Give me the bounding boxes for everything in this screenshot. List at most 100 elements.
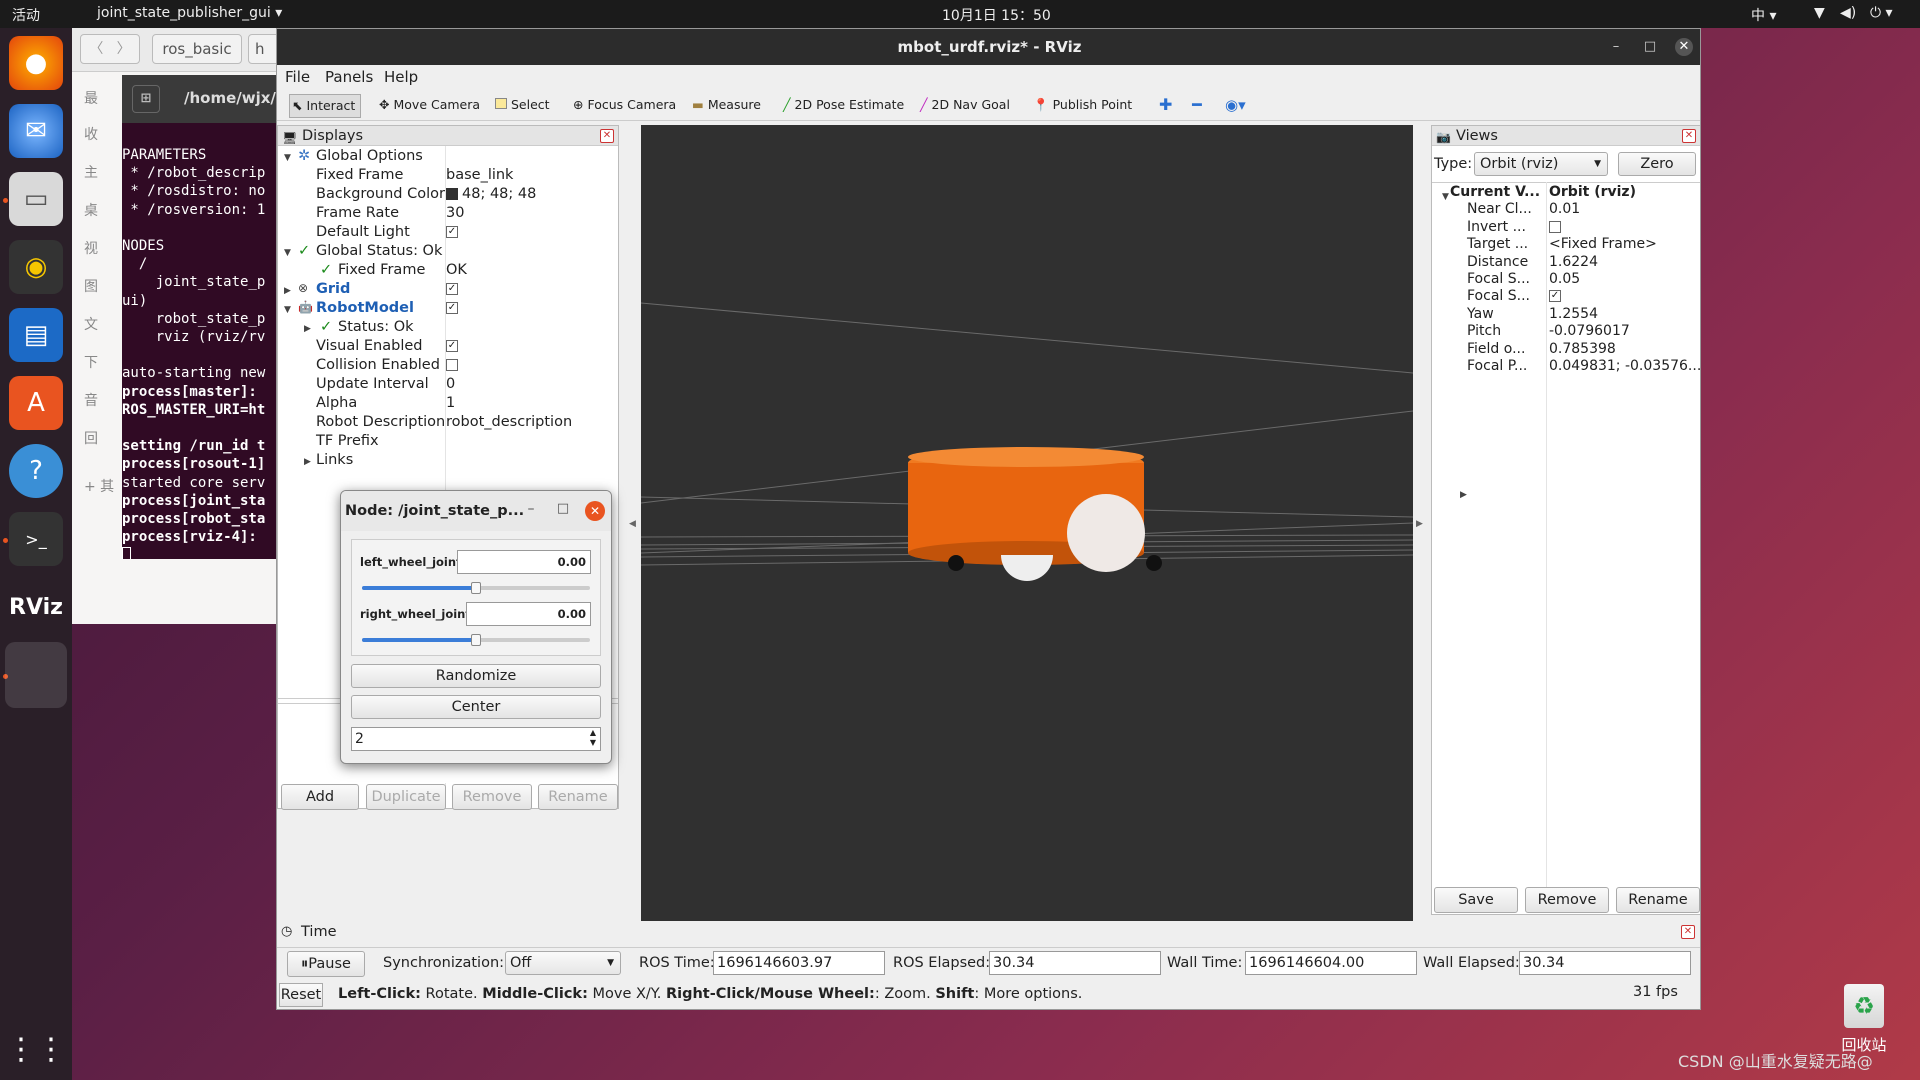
files-icon[interactable]: ▭ xyxy=(9,172,63,226)
fixed-frame-value[interactable]: base_link xyxy=(446,167,513,186)
fm-music[interactable]: 音 xyxy=(84,390,98,410)
alpha-label[interactable]: Alpha xyxy=(316,395,357,414)
firefox-icon[interactable]: ● xyxy=(9,36,63,90)
collapse-triangle-icon[interactable]: ▼ xyxy=(1442,192,1449,202)
close-button[interactable]: ✕ xyxy=(1675,38,1693,56)
left-wheel-joint-value[interactable]: 0.00 xyxy=(457,550,591,574)
collision-enabled-label[interactable]: Collision Enabled xyxy=(316,357,440,376)
robot-model-display[interactable]: RobotModel xyxy=(316,300,414,319)
pause-button[interactable]: ⏸Pause xyxy=(287,951,365,977)
activities-button[interactable]: 活动 xyxy=(12,5,40,25)
wall-elapsed-field[interactable]: 30.34 xyxy=(1519,951,1691,975)
fm-videos[interactable]: 视 xyxy=(84,238,98,258)
rename-button[interactable]: Rename xyxy=(538,784,618,810)
collapse-left-icon[interactable]: ◀ xyxy=(629,519,636,529)
writer-icon[interactable]: ▤ xyxy=(9,308,63,362)
reset-button[interactable]: Reset xyxy=(279,983,323,1007)
update-interval-value[interactable]: 0 xyxy=(446,376,455,395)
fm-trash[interactable]: 回 xyxy=(84,428,98,448)
view-property-label[interactable]: Focal P... xyxy=(1467,358,1527,375)
fm-pictures[interactable]: 图 xyxy=(84,276,98,296)
close-icon[interactable]: ✕ xyxy=(1682,129,1696,143)
view-property-label[interactable]: Invert ... xyxy=(1467,219,1526,236)
tool-measure[interactable]: ▬ Measure xyxy=(692,94,761,118)
tool-move-camera[interactable]: ✥ Move Camera xyxy=(379,94,480,118)
ros-elapsed-field[interactable]: 30.34 xyxy=(989,951,1161,975)
expand-triangle-icon[interactable]: ▶ xyxy=(304,457,311,467)
collapse-triangle-icon[interactable]: ▼ xyxy=(284,248,291,258)
fm-documents[interactable]: 文 xyxy=(84,314,98,334)
close-button[interactable]: ✕ xyxy=(585,501,605,521)
add-button[interactable]: Add xyxy=(281,784,359,810)
column-count-spinbox[interactable]: 2 ▲ ▼ xyxy=(351,727,601,751)
tool-properties-icon[interactable]: ◉▾ xyxy=(1225,94,1246,118)
fm-other-locations[interactable]: + 其 xyxy=(84,476,114,496)
robot-description-value[interactable]: robot_description xyxy=(446,414,572,433)
frame-rate-label[interactable]: Frame Rate xyxy=(316,205,399,224)
view-property-value[interactable]: 0.785398 xyxy=(1549,341,1616,358)
power-icon[interactable]: ⏻ ▾ xyxy=(1870,5,1893,21)
minimize-button[interactable]: – xyxy=(521,501,541,521)
left-wheel-joint-slider-handle[interactable] xyxy=(471,582,481,594)
status-fixed-frame-label[interactable]: Fixed Frame xyxy=(338,262,425,281)
center-button[interactable]: Center xyxy=(351,695,601,719)
synchronization-dropdown[interactable]: Off ▼ xyxy=(505,951,621,975)
wall-time-field[interactable]: 1696146604.00 xyxy=(1245,951,1417,975)
rhythmbox-icon[interactable]: ◉ xyxy=(9,240,63,294)
views-rename-button[interactable]: Rename xyxy=(1616,887,1700,913)
view-property-value[interactable]: 0.049831; -0.03576... xyxy=(1549,358,1700,375)
view-property-value[interactable]: 0.01 xyxy=(1549,201,1580,218)
visual-enabled-label[interactable]: Visual Enabled xyxy=(316,338,423,357)
tool-publish-point[interactable]: 📍 Publish Point xyxy=(1033,94,1132,118)
view-property-value[interactable]: 0.05 xyxy=(1549,271,1580,288)
visual-enabled-checkbox[interactable]: ✓ xyxy=(446,338,458,357)
view-property-value[interactable]: <Fixed Frame> xyxy=(1549,236,1657,253)
view-property-value[interactable]: 1.2554 xyxy=(1549,306,1598,323)
expand-triangle-icon[interactable]: ▶ xyxy=(304,324,311,334)
minimize-button[interactable]: – xyxy=(1607,38,1625,56)
active-window[interactable] xyxy=(5,642,67,708)
tf-prefix-label[interactable]: TF Prefix xyxy=(316,433,379,452)
duplicate-button[interactable]: Duplicate xyxy=(366,784,446,810)
view-property-label[interactable]: Focal S... xyxy=(1467,271,1530,288)
default-light-checkbox[interactable]: ✓ xyxy=(446,224,458,243)
background-color-label[interactable]: Background Color xyxy=(316,186,445,205)
app-menu[interactable]: joint_state_publisher_gui ▾ xyxy=(97,5,282,21)
global-options-label[interactable]: Global Options xyxy=(316,148,423,167)
default-light-label[interactable]: Default Light xyxy=(316,224,410,243)
view-property-value[interactable]: -0.0796017 xyxy=(1549,323,1630,340)
apps-grid-icon[interactable]: ⋮⋮ xyxy=(6,1022,66,1076)
remove-tool-icon[interactable]: ━ xyxy=(1192,94,1202,118)
view-property-label[interactable]: Yaw xyxy=(1467,306,1494,323)
volume-icon[interactable]: ◀) xyxy=(1840,5,1856,21)
views-save-button[interactable]: Save xyxy=(1434,887,1518,913)
clock[interactable]: 10月1日 15：50 xyxy=(942,5,1051,25)
render-viewport[interactable] xyxy=(641,125,1413,921)
view-property-label[interactable]: Distance xyxy=(1467,254,1528,271)
expand-triangle-icon[interactable]: ▶ xyxy=(284,286,291,296)
terminal-window[interactable]: PARAMETERS * /robot_descrip * /rosdistro… xyxy=(122,75,282,559)
status-ok-label[interactable]: Status: Ok xyxy=(338,319,414,338)
view-property-label[interactable]: Pitch xyxy=(1467,323,1501,340)
collision-enabled-checkbox[interactable] xyxy=(446,357,458,376)
tool-2d-pose-estimate[interactable]: ╱ 2D Pose Estimate xyxy=(783,94,904,118)
view-property-label[interactable]: Near Cl... xyxy=(1467,201,1532,218)
robot-model-checkbox[interactable]: ✓ xyxy=(446,300,458,319)
links-label[interactable]: Links xyxy=(316,452,353,471)
collapse-triangle-icon[interactable]: ▼ xyxy=(284,305,291,315)
view-property-label[interactable]: Focal S... xyxy=(1467,288,1530,305)
randomize-button[interactable]: Randomize xyxy=(351,664,601,688)
robot-description-label[interactable]: Robot Description xyxy=(316,414,445,433)
view-property-value[interactable]: Orbit (rviz) xyxy=(1549,184,1636,201)
wifi-icon[interactable]: ▼ xyxy=(1814,5,1825,21)
input-method-indicator[interactable]: 中 ▾ xyxy=(1751,5,1776,25)
fixed-frame-label[interactable]: Fixed Frame xyxy=(316,167,403,186)
menu-panels[interactable]: Panels xyxy=(325,68,373,86)
rviz-icon[interactable]: RViz xyxy=(9,580,63,634)
update-interval-label[interactable]: Update Interval xyxy=(316,376,429,395)
menu-file[interactable]: File xyxy=(285,68,310,86)
new-tab-icon[interactable]: ⊞ xyxy=(132,85,160,113)
view-property-value[interactable]: ✓ xyxy=(1549,288,1561,305)
back-forward-buttons[interactable]: 〈 〉 xyxy=(80,34,140,64)
right-wheel-joint-slider-handle[interactable] xyxy=(471,634,481,646)
